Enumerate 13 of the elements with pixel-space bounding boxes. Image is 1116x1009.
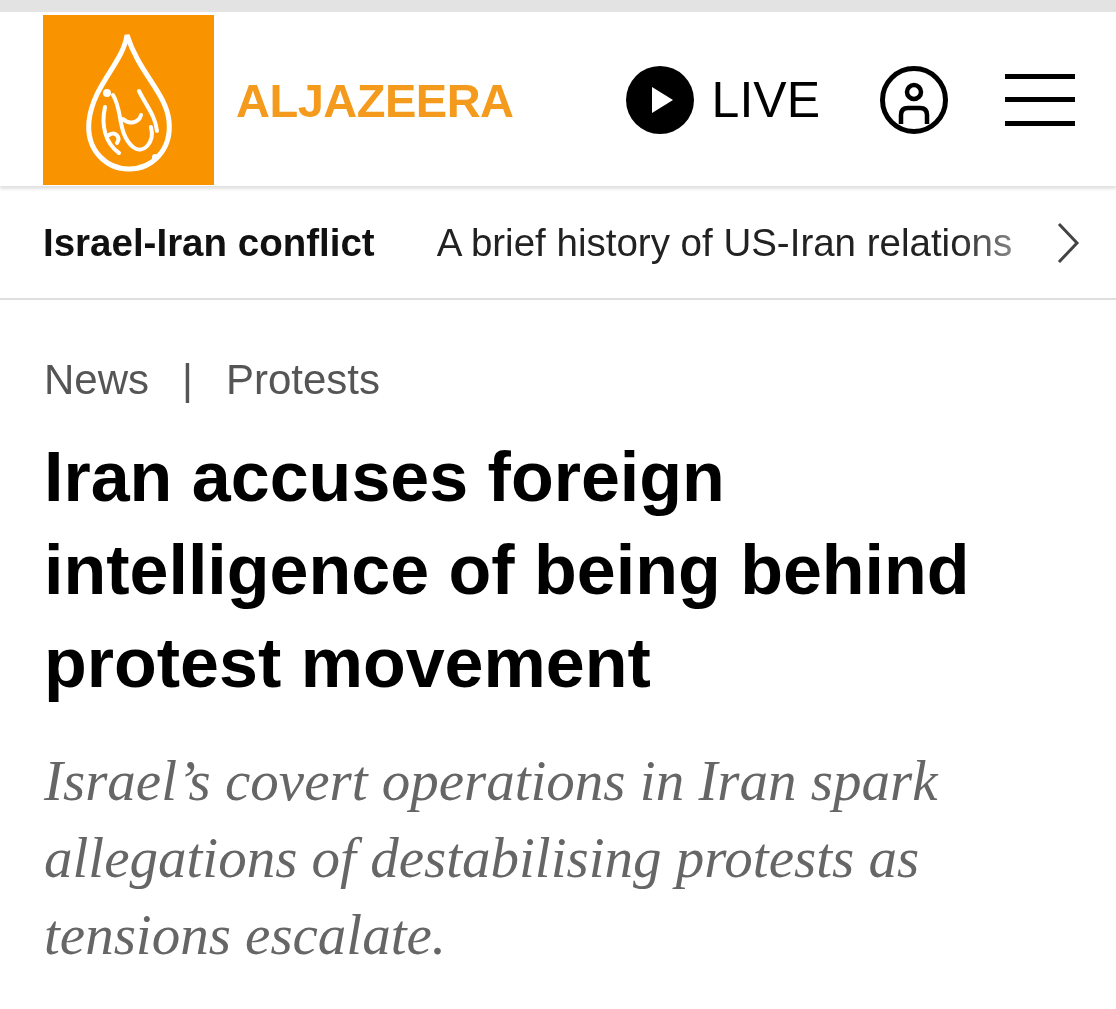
wordmark: ALJAZEERA xyxy=(236,76,514,124)
breadcrumb-link[interactable]: News xyxy=(44,355,150,405)
breadcrumb-link[interactable]: Protests xyxy=(225,355,380,405)
topic-link[interactable]: A brief history of US-Iran relations xyxy=(436,219,1013,267)
menu-icon[interactable] xyxy=(1005,74,1075,126)
breadcrumb-separator: | xyxy=(182,355,193,405)
play-icon xyxy=(625,66,694,134)
live-button[interactable]: LIVE xyxy=(625,66,820,134)
account-icon[interactable] xyxy=(880,66,948,134)
chevron-right-icon[interactable] xyxy=(1056,222,1080,264)
headline: Iran accuses foreign intelligence of being behind protest movement xyxy=(44,437,971,704)
topic-title[interactable]: Israel-Iran conflict xyxy=(43,219,375,267)
standfirst: Israel’s covert operations in Iran spark allegations of destabilising protests as tensions escalate. xyxy=(44,748,940,968)
